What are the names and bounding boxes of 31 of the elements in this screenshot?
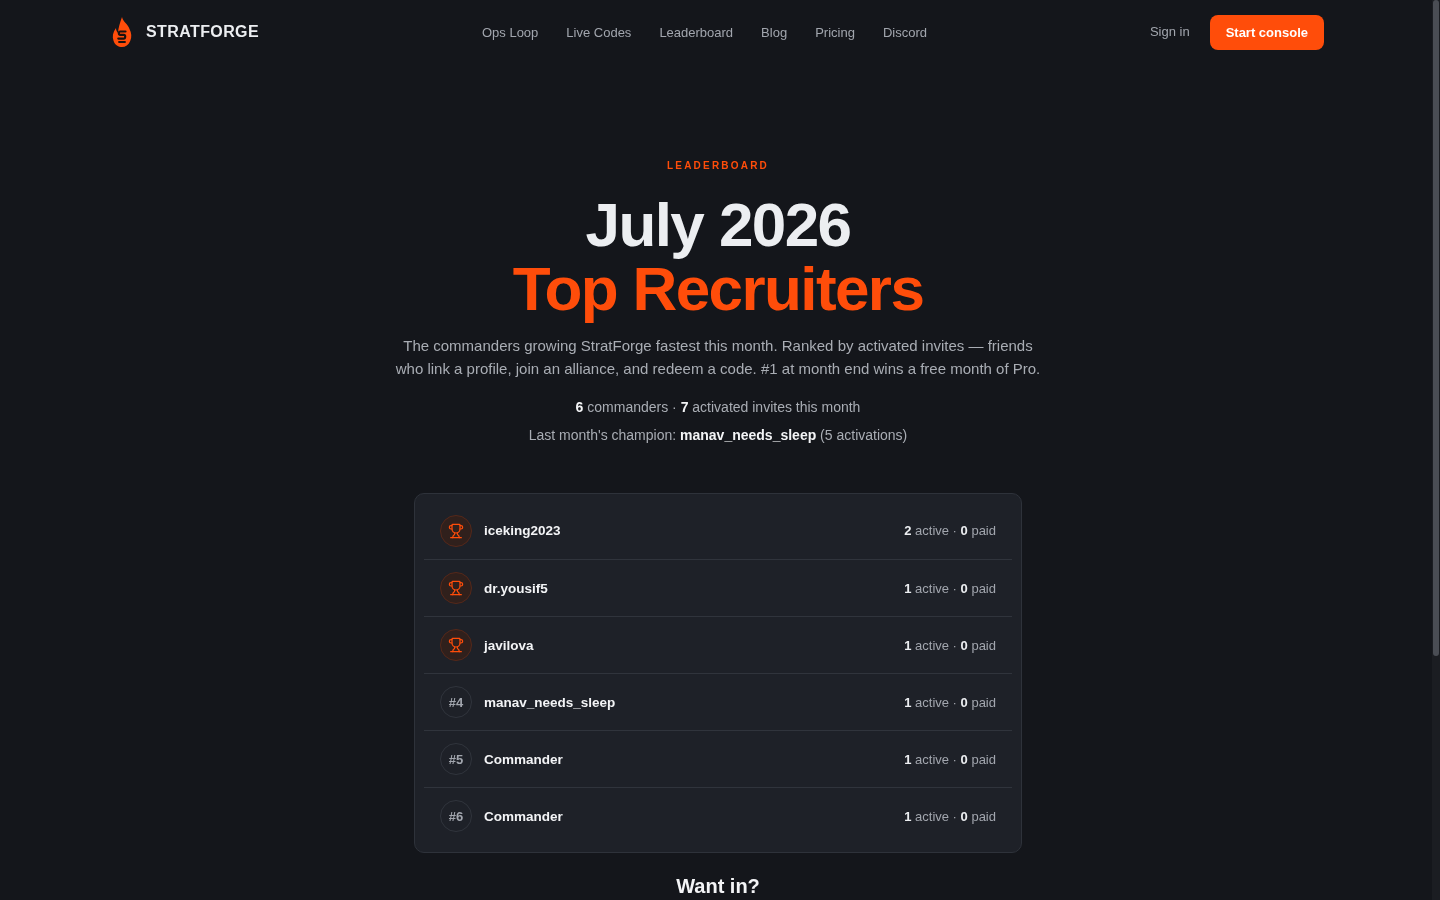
stats-line: 6 commanders · 7 activated invites this month	[575, 399, 861, 415]
invite-stats: 1 active · 0 paid	[904, 637, 996, 653]
nav-link[interactable]: Pricing	[815, 24, 855, 40]
nav-link[interactable]: Leaderboard	[659, 24, 734, 40]
commander-name: Commander	[484, 751, 563, 767]
sign-in-link[interactable]: Sign in	[1149, 24, 1190, 39]
scrollbar-thumb[interactable]	[1433, 0, 1439, 656]
commander-name: iceking2023	[484, 523, 561, 538]
nav-link[interactable]: Ops Loop	[481, 24, 539, 40]
invite-stats: 1 active · 0 paid	[904, 808, 996, 824]
nav-link[interactable]: Live Codes	[566, 24, 632, 40]
nav-link[interactable]: Discord	[882, 24, 927, 40]
invite-stats: 1 active · 0 paid	[904, 580, 996, 596]
hero-description: The commanders growing StratForge fastest this month. Ranked by activated invites — friends who link a profile, join an alliance, and redeem a code. #1 at month end wins a free month of Pro.	[394, 336, 1042, 379]
trophy-icon	[440, 629, 472, 661]
commander-name: javilova	[484, 637, 534, 653]
nav-link[interactable]: Blog	[761, 24, 788, 40]
trophy-icon	[440, 514, 472, 547]
invite-stats: 2 active · 0 paid	[904, 523, 996, 538]
champion-line: Last month's champion: manav_needs_sleep (5 activations)	[528, 427, 908, 443]
trophy-icon	[440, 572, 472, 604]
section-eyebrow: LEADERBOARD	[667, 159, 769, 173]
commander-name: manav_needs_sleep	[484, 694, 616, 710]
flame-logo-icon[interactable]	[112, 16, 132, 47]
invite-stats: 1 active · 0 paid	[904, 751, 996, 767]
brand-name[interactable]: STRATFORGE	[146, 22, 260, 41]
invite-stats: 1 active · 0 paid	[904, 694, 996, 710]
section-heading: Want in?	[676, 875, 760, 897]
page-title: July 2026	[585, 193, 851, 257]
commander-name: Commander	[484, 808, 563, 824]
commander-name: dr.yousif5	[484, 580, 548, 596]
